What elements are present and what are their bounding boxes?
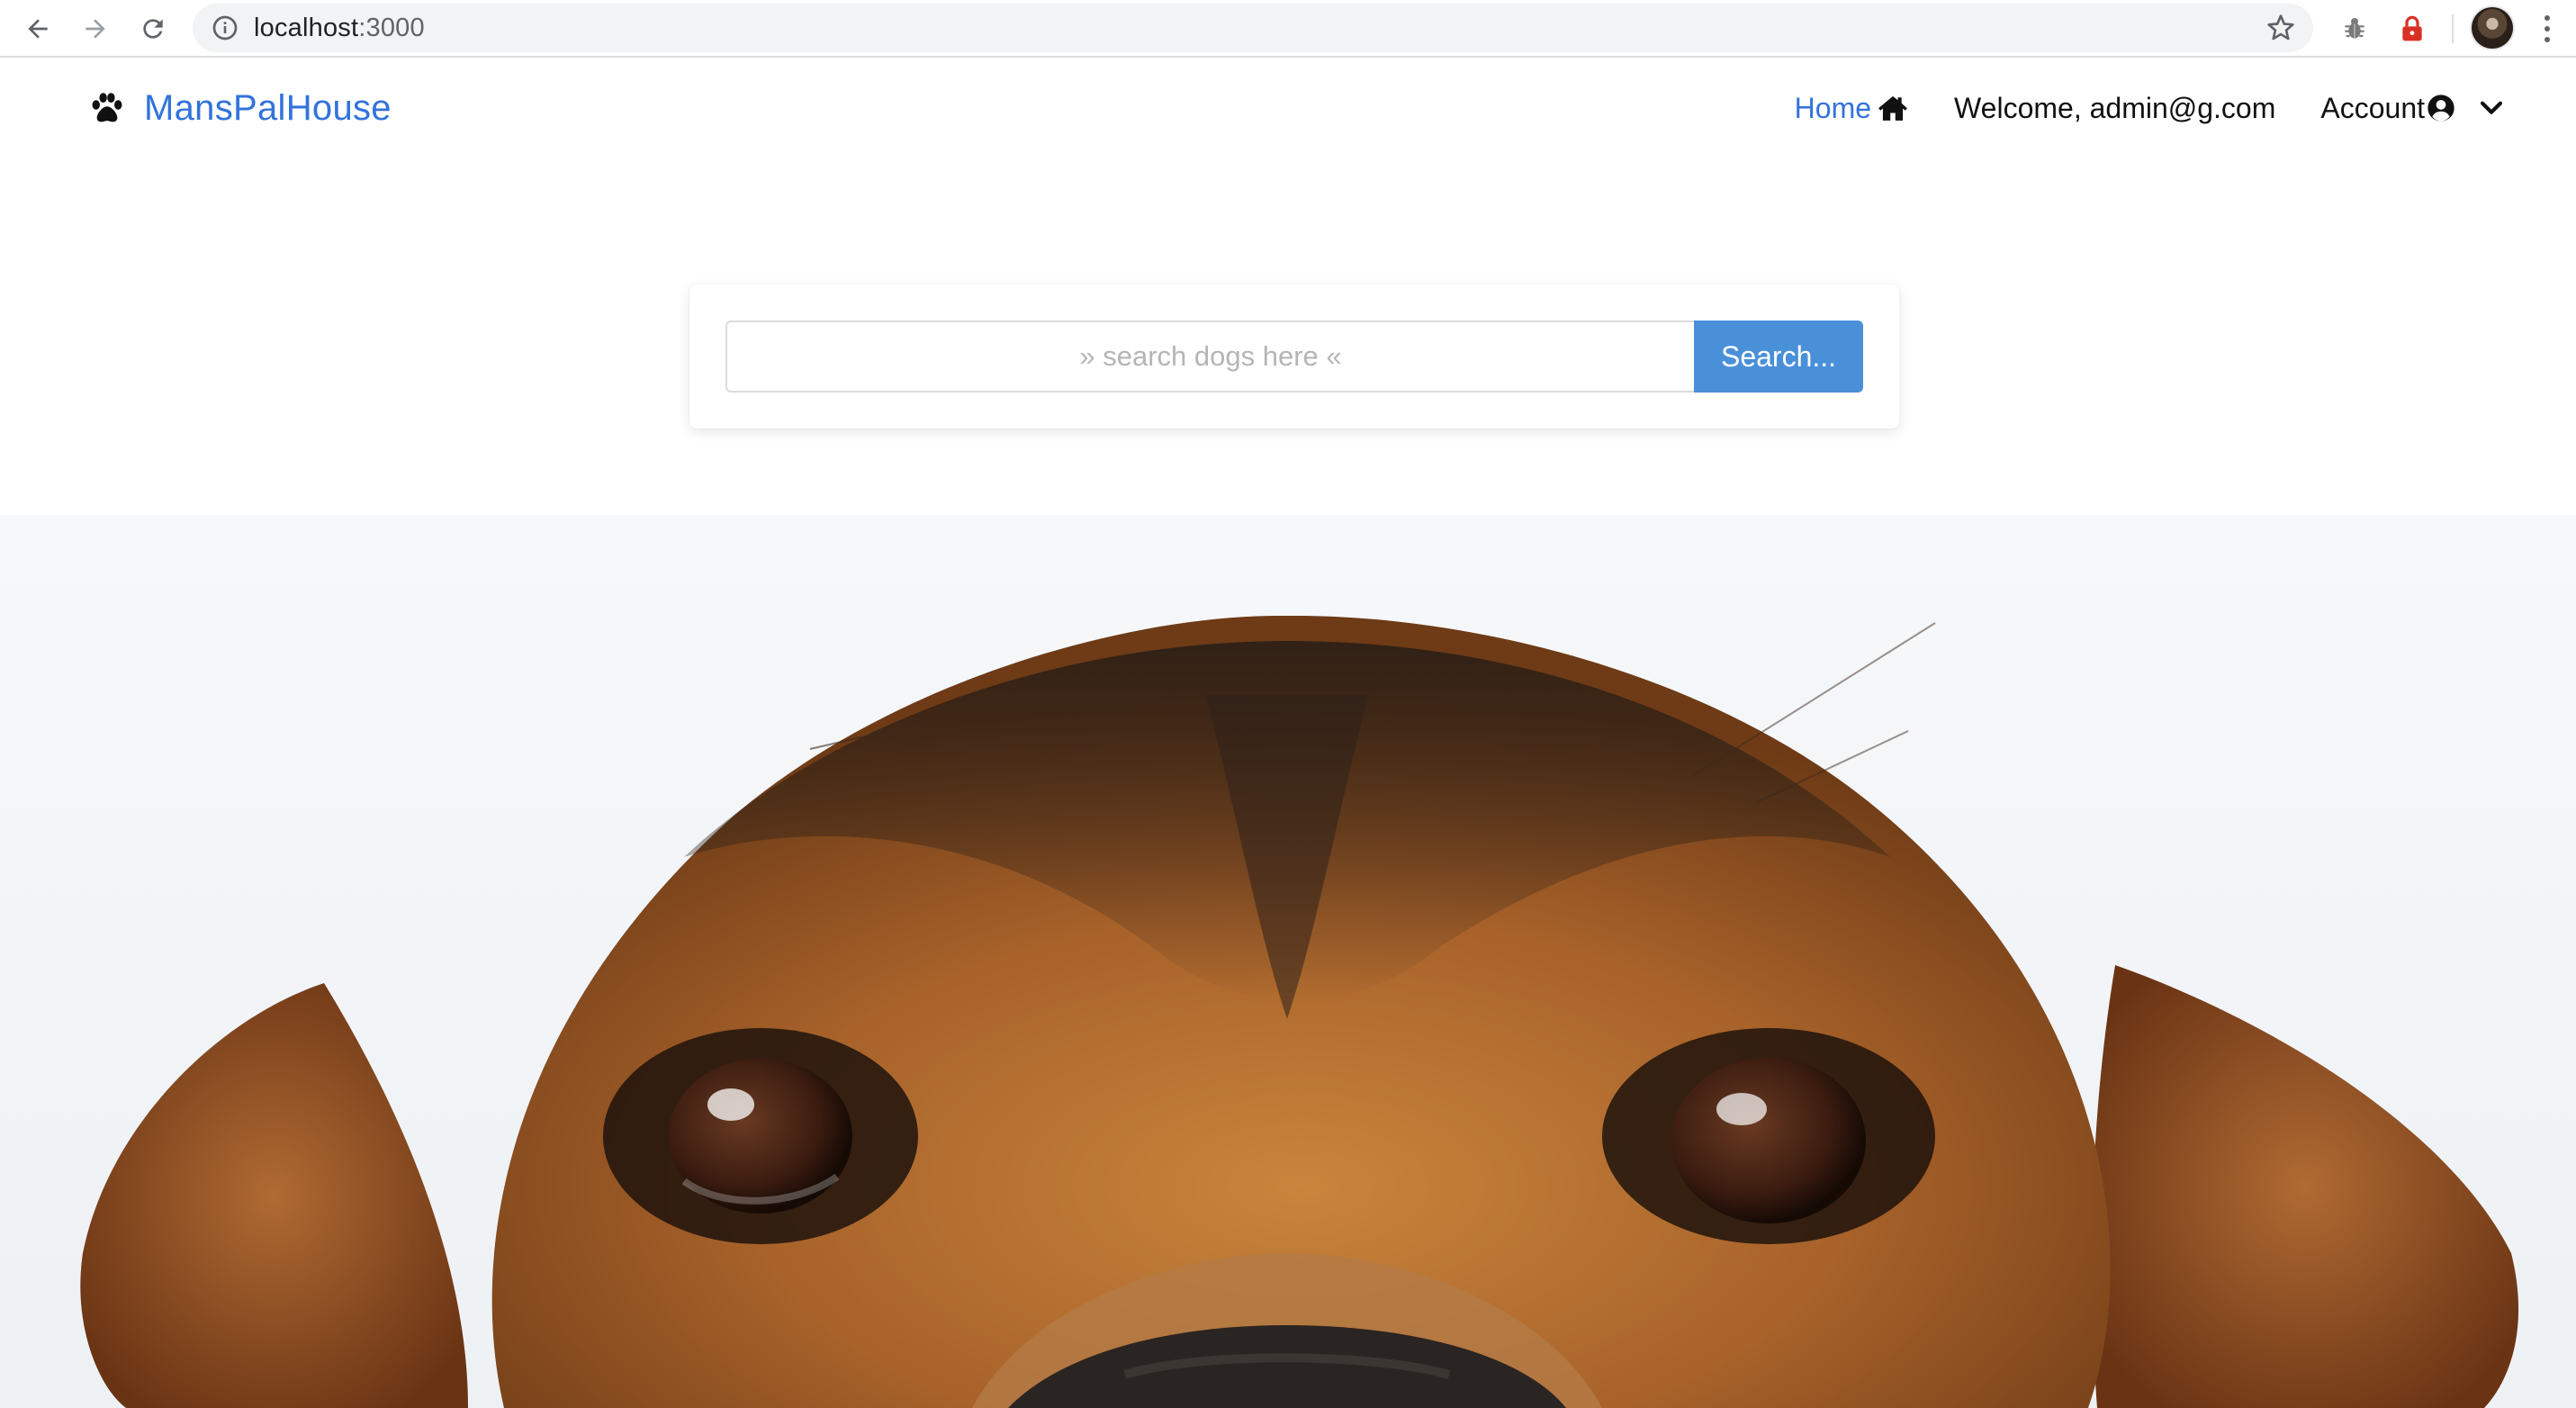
search-button[interactable]: Search... — [1694, 320, 1863, 393]
paw-icon — [92, 93, 122, 122]
welcome-text: Welcome, admin@g.com — [1954, 91, 2276, 124]
reload-icon[interactable] — [133, 9, 173, 49]
browser-toolbar: localhost:3000 — [0, 0, 2576, 58]
account-dropdown[interactable]: Account — [2320, 92, 2504, 125]
brand-link[interactable]: MansPalHouse — [88, 81, 392, 135]
back-arrow-icon[interactable] — [18, 9, 58, 49]
welcome-message: Welcome, admin@g.com — [1954, 92, 2275, 125]
brand-name: MansPalHouse — [144, 87, 392, 128]
forward-arrow-icon[interactable] — [76, 9, 115, 49]
nav-home-link[interactable]: Home — [1795, 92, 1909, 125]
url-host: localhost — [254, 14, 359, 42]
profile-avatar[interactable] — [2472, 7, 2513, 49]
url-text: localhost:3000 — [254, 4, 425, 52]
url-port: :3000 — [358, 14, 425, 42]
hero-dog-image — [0, 515, 2576, 1408]
dog-face-image — [80, 615, 2519, 1408]
search-input[interactable] — [725, 320, 1694, 393]
star-icon[interactable] — [2266, 14, 2295, 42]
lock-extension-icon[interactable] — [2394, 11, 2430, 47]
search-box: Search... — [689, 284, 1899, 429]
navbar-menu: Home Welcome, admin@g.com Account — [1750, 81, 2504, 135]
address-bar[interactable]: localhost:3000 — [193, 4, 2313, 52]
nav-home-label: Home — [1794, 91, 1872, 124]
home-icon — [1878, 95, 1907, 121]
chevron-down-icon[interactable] — [2479, 95, 2504, 121]
bug-extension-icon[interactable] — [2337, 11, 2373, 47]
info-icon[interactable] — [211, 14, 239, 42]
site-navbar: MansPalHouse Home Welcome, admin@g.com A… — [0, 58, 2576, 157]
toolbar-divider — [2452, 14, 2454, 43]
more-vert-icon[interactable] — [2536, 11, 2558, 47]
user-circle-icon — [2427, 95, 2454, 122]
account-label: Account — [2320, 91, 2425, 124]
